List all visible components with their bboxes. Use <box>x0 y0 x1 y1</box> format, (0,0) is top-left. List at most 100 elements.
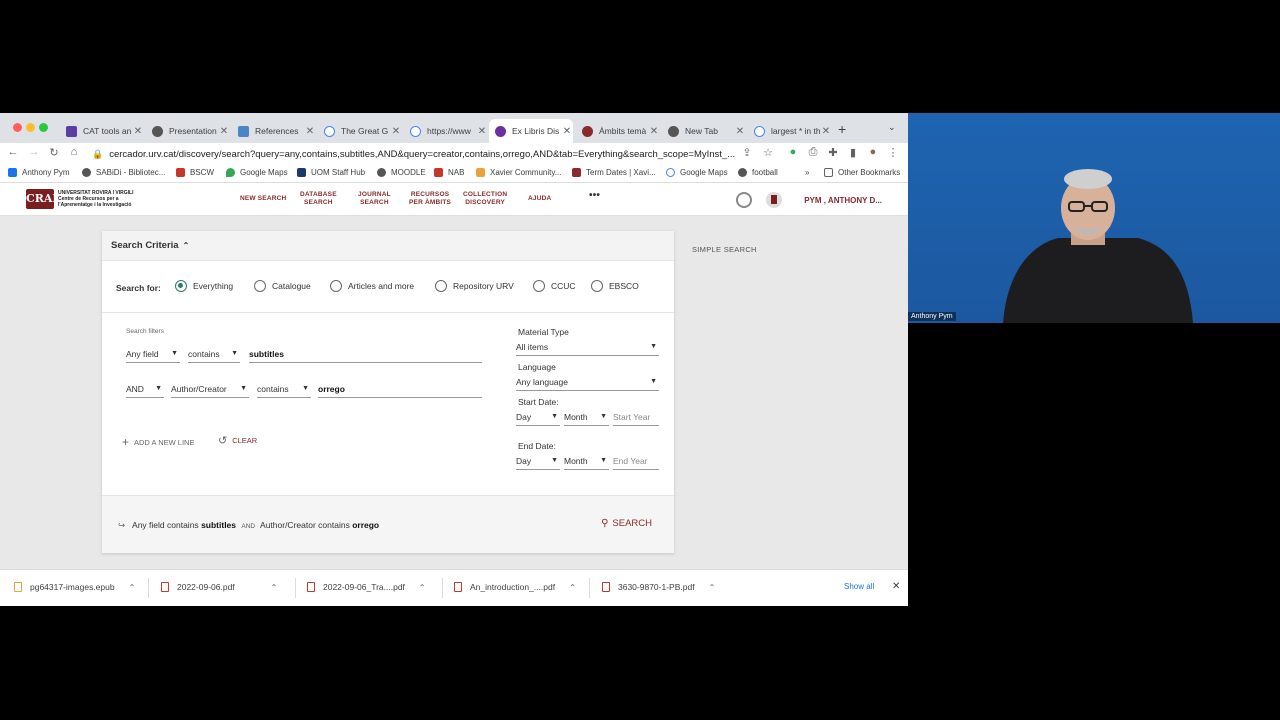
operator-select-1[interactable]: contains ▼ <box>188 349 240 363</box>
bookmark-item[interactable]: NAB <box>434 168 464 177</box>
chevron-up-icon[interactable]: ⌃ <box>709 583 716 592</box>
chevron-up-icon[interactable]: ⌃ <box>569 583 576 592</box>
nav-database-search[interactable]: DATABASE SEARCH <box>300 191 337 207</box>
tab[interactable]: Àmbits temà ✕ <box>576 119 660 143</box>
tab[interactable]: largest * in th ✕ <box>748 119 832 143</box>
tab[interactable]: References ✕ <box>232 119 316 143</box>
return-arrow-icon: ↪ <box>118 520 126 530</box>
scope-everything[interactable]: Everything <box>175 280 233 292</box>
nav-collection-discovery[interactable]: COLLECTION DISCOVERY <box>463 191 507 207</box>
bookmark-star-icon[interactable]: ☆ <box>761 146 775 159</box>
tab-close-icon[interactable]: ✕ <box>390 126 402 137</box>
tab[interactable]: New Tab ✕ <box>662 119 746 143</box>
end-year-input[interactable]: End Year <box>613 456 659 470</box>
print-icon[interactable]: ⎙ <box>806 146 820 159</box>
close-downloads-icon[interactable]: ✕ <box>892 581 900 592</box>
tab-close-icon[interactable]: ✕ <box>648 126 660 137</box>
bookmarks-overflow[interactable]: » <box>805 168 809 177</box>
simple-search-link[interactable]: SIMPLE SEARCH <box>692 245 757 254</box>
show-all-downloads[interactable]: Show all <box>844 582 874 591</box>
new-tab-icon[interactable]: + <box>838 121 846 137</box>
tab[interactable]: The Great G ✕ <box>318 119 402 143</box>
boolean-select-2[interactable]: AND ▼ <box>126 384 164 398</box>
download-item[interactable]: 2022-09-06.pdf ⌃ <box>161 582 277 592</box>
nav-new-search[interactable]: NEW SEARCH <box>240 195 286 203</box>
scope-ebsco[interactable]: EBSCO <box>591 280 639 292</box>
tab-close-icon[interactable]: ✕ <box>820 126 832 137</box>
nav-ajuda[interactable]: AJUDA <box>528 195 551 203</box>
bookmark-item[interactable]: BSCW <box>176 168 214 177</box>
operator-select-2[interactable]: contains ▼ <box>257 384 311 398</box>
tab-close-icon[interactable]: ✕ <box>561 126 573 137</box>
tab-close-icon[interactable]: ✕ <box>734 126 746 137</box>
search-criteria-header[interactable]: Search Criteria ⌃ <box>102 231 674 261</box>
bookmark-item[interactable]: UOM Staff Hub <box>297 168 365 177</box>
nav-more-icon[interactable]: ••• <box>589 191 600 201</box>
crai-logo[interactable]: CRAI UNIVERSITAT ROVIRA I VIRGILI Centre… <box>26 188 146 210</box>
clear-button[interactable]: ↺ CLEAR <box>218 434 257 447</box>
bookmark-item[interactable]: Google Maps <box>666 168 728 177</box>
tab-close-icon[interactable]: ✕ <box>132 126 144 137</box>
bookmark-item[interactable]: MOODLE <box>377 168 426 177</box>
qr-code-icon[interactable] <box>736 192 753 208</box>
end-month-select[interactable]: Month ▼ <box>564 456 609 470</box>
tab[interactable]: CAT tools an ✕ <box>60 119 144 143</box>
minimize-window-icon[interactable] <box>26 123 35 132</box>
start-day-select[interactable]: Day ▼ <box>516 412 560 426</box>
start-month-select[interactable]: Month ▼ <box>564 412 609 426</box>
tab-close-icon[interactable]: ✕ <box>304 126 316 137</box>
material-type-select[interactable]: All items ▼ <box>516 342 659 356</box>
grammarly-icon[interactable]: ● <box>786 146 800 158</box>
scope-catalogue[interactable]: Catalogue <box>254 280 311 292</box>
bookmark-item[interactable]: Term Dates | Xavi... <box>572 168 656 177</box>
tab-close-icon[interactable]: ✕ <box>476 126 488 137</box>
close-window-icon[interactable] <box>13 123 22 132</box>
tab-search-icon[interactable]: ⌄ <box>888 122 896 133</box>
chevron-up-icon[interactable]: ⌃ <box>271 583 278 592</box>
tab-close-icon[interactable]: ✕ <box>218 126 230 137</box>
home-icon[interactable]: ⌂ <box>67 146 81 158</box>
download-item[interactable]: pg64317-images.epub ⌃ <box>14 582 135 592</box>
search-button[interactable]: ⚲ SEARCH <box>601 518 652 529</box>
add-new-line-button[interactable]: + ADD A NEW LINE <box>122 435 194 449</box>
reload-icon[interactable]: ↻ <box>47 146 61 159</box>
maximize-window-icon[interactable] <box>39 123 48 132</box>
share-icon[interactable]: ⇪ <box>740 146 754 159</box>
chevron-up-icon[interactable]: ⌃ <box>129 583 136 592</box>
address-bar[interactable]: 🔒 cercador.urv.cat/discovery/search?query… <box>92 144 782 164</box>
scope-repository-urv[interactable]: Repository URV <box>435 280 514 292</box>
back-icon[interactable]: ← <box>6 146 20 158</box>
user-name[interactable]: PYM , ANTHONY D... <box>804 196 882 205</box>
nav-journal-search[interactable]: JOURNAL SEARCH <box>358 191 391 207</box>
browser-menu-icon[interactable]: ⋮ <box>886 146 900 159</box>
download-item[interactable]: 2022-09-06_Tra....pdf ⌃ <box>307 582 426 592</box>
favorites-pin-icon[interactable] <box>766 192 783 208</box>
bookmark-item[interactable]: Google Maps <box>226 168 288 177</box>
scope-articles[interactable]: Articles and more <box>330 280 414 292</box>
language-select[interactable]: Any language ▼ <box>516 377 659 391</box>
download-item[interactable]: An_introduction_....pdf ⌃ <box>454 582 576 592</box>
tab[interactable]: https://www ✕ <box>404 119 488 143</box>
other-bookmarks[interactable]: Other Bookmarks <box>824 168 900 177</box>
bookmark-item[interactable]: football <box>738 168 778 177</box>
query-summary-bar: ↪ Any field contains subtitles AND Autho… <box>102 495 674 553</box>
extensions-icon[interactable]: ✚ <box>826 146 840 159</box>
search-input-2[interactable]: orrego <box>318 384 482 398</box>
tab-active[interactable]: Ex Libris Dis ✕ <box>489 119 573 143</box>
field-select-2[interactable]: Author/Creator ▼ <box>171 384 249 398</box>
scope-ccuc[interactable]: CCUC <box>533 280 576 292</box>
search-input-1[interactable]: subtitles <box>249 349 482 363</box>
tab[interactable]: Presentation ✕ <box>146 119 230 143</box>
profile-avatar[interactable]: ● <box>866 146 880 158</box>
download-item[interactable]: 3630-9870-1-PB.pdf ⌃ <box>602 582 715 592</box>
forward-icon[interactable]: → <box>27 146 41 158</box>
chevron-up-icon[interactable]: ⌃ <box>419 583 426 592</box>
bookmark-item[interactable]: Anthony Pym <box>8 168 70 177</box>
start-year-input[interactable]: Start Year <box>613 412 659 426</box>
bookmark-item[interactable]: Xavier Community... <box>476 168 561 177</box>
field-select-1[interactable]: Any field ▼ <box>126 349 180 363</box>
bookmark-item[interactable]: SABiDi - Bibliotec... <box>82 168 165 177</box>
nav-recursos-per-ambits[interactable]: RECURSOS PER ÀMBITS <box>409 191 451 207</box>
end-day-select[interactable]: Day ▼ <box>516 456 560 470</box>
side-panel-icon[interactable]: ▮ <box>846 146 860 159</box>
